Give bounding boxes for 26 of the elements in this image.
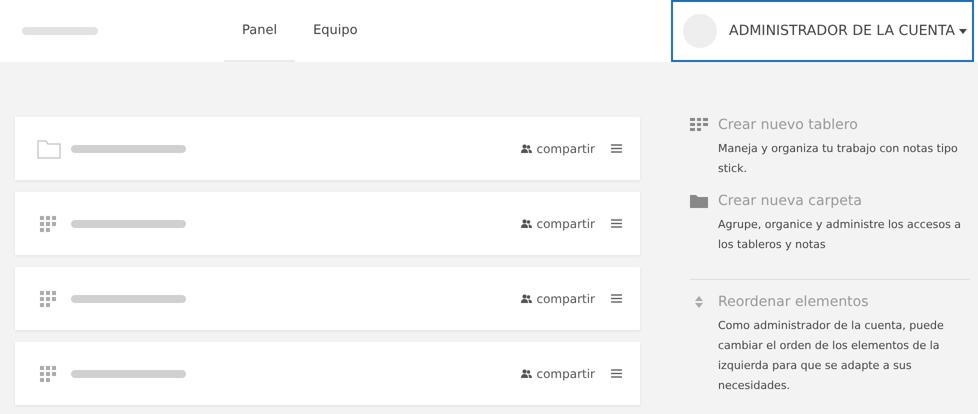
share-link[interactable]: compartir bbox=[521, 216, 595, 230]
grid-icon bbox=[690, 118, 708, 132]
item-card[interactable]: compartir bbox=[15, 117, 640, 180]
description-text: Agrupe, organice y administre los accesos a los tableros y notas bbox=[718, 217, 962, 253]
menu-icon[interactable] bbox=[611, 294, 622, 303]
nav-tab[interactable]: Equipo bbox=[295, 0, 376, 62]
share-link[interactable]: compartir bbox=[521, 366, 595, 380]
people-icon bbox=[521, 294, 532, 303]
item-card[interactable]: compartir bbox=[15, 192, 640, 255]
menu-icon[interactable] bbox=[611, 144, 622, 153]
caret-icon bbox=[958, 28, 967, 34]
folder-icon bbox=[37, 138, 61, 158]
description-text: Como administrador de la cuenta, puede cambiar el orden de los elementos de la izquierda para que se adapte a sus necesidades. bbox=[718, 318, 945, 394]
menu-icon[interactable] bbox=[611, 369, 622, 378]
account-menu-button[interactable]: ADMINISTRADOR DE LA CUENTA bbox=[671, 0, 974, 62]
share-link[interactable]: compartir bbox=[521, 142, 595, 156]
item-card[interactable]: compartir bbox=[15, 267, 640, 330]
menu-icon[interactable] bbox=[611, 219, 622, 228]
people-icon bbox=[521, 219, 532, 228]
people-icon bbox=[521, 144, 532, 153]
item-card[interactable]: compartir bbox=[15, 342, 640, 405]
nav-tab[interactable]: Panel bbox=[224, 0, 296, 62]
share-link[interactable]: compartir bbox=[521, 292, 595, 306]
description-text: Maneja y organiza tu trabajo con notas tipo stick. bbox=[718, 141, 959, 177]
folder-icon bbox=[690, 194, 708, 208]
people-icon bbox=[521, 369, 532, 378]
